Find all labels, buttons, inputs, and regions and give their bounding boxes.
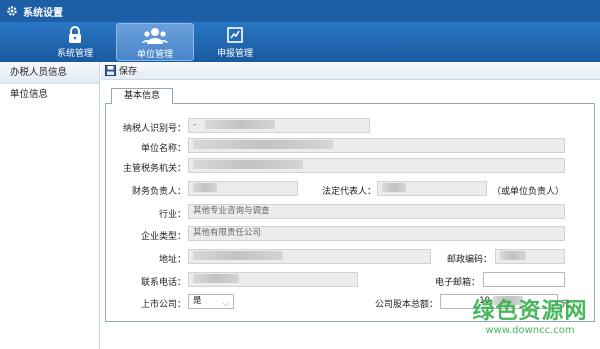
users-icon bbox=[142, 28, 168, 44]
gear-icon bbox=[7, 6, 17, 16]
finance-head-field[interactable] bbox=[188, 181, 298, 196]
watermark-text: 绿色资源网 bbox=[472, 299, 588, 324]
taxpayer-id-value: - bbox=[193, 120, 197, 130]
watermark: 绿色资源网 www.downcc.com bbox=[460, 293, 600, 336]
taxpayer-id-field[interactable]: - bbox=[188, 118, 370, 133]
redacted-text bbox=[204, 120, 275, 129]
postcode-field[interactable] bbox=[495, 249, 565, 264]
redacted-text bbox=[500, 251, 526, 260]
listed-value: 是 bbox=[193, 296, 202, 306]
toolbar: 保存 bbox=[101, 62, 600, 80]
listed-select[interactable]: 是 ⌵ bbox=[188, 294, 234, 309]
phone-field[interactable] bbox=[188, 272, 358, 287]
redacted-text bbox=[193, 160, 303, 169]
nav-report-management[interactable]: 申报管理 bbox=[196, 23, 274, 61]
taxpayer-id-label: 纳税人识别号： bbox=[122, 124, 186, 134]
address-label: 地址： bbox=[158, 255, 186, 265]
chevron-down-icon: ⌵ bbox=[222, 299, 229, 308]
nav-label: 申报管理 bbox=[216, 49, 253, 59]
email-label: 电子邮箱： bbox=[434, 278, 480, 288]
title-bar: 系统设置 bbox=[0, 0, 600, 22]
phone-label: 联系电话： bbox=[140, 278, 186, 288]
unit-name-label: 单位名称： bbox=[140, 144, 186, 154]
industry-label: 行业： bbox=[158, 210, 186, 220]
redacted-text bbox=[382, 183, 406, 192]
tax-authority-field[interactable] bbox=[188, 158, 565, 173]
legal-rep-field[interactable] bbox=[377, 181, 487, 196]
redacted-text bbox=[193, 251, 283, 260]
nav-label: 单位管理 bbox=[136, 50, 173, 60]
save-label: 保存 bbox=[119, 67, 138, 77]
window-title: 系统设置 bbox=[23, 7, 63, 19]
floppy-icon bbox=[105, 65, 116, 76]
finance-head-label: 财务负责人： bbox=[131, 187, 186, 197]
sidebar-item-unit-info[interactable]: 单位信息 bbox=[0, 84, 99, 106]
nav-system-management[interactable]: 系统管理 bbox=[36, 23, 114, 61]
legal-rep-note: （或单位负责人） bbox=[492, 187, 565, 197]
legal-rep-label: 法定代表人： bbox=[321, 187, 376, 197]
company-type-label: 企业类型： bbox=[140, 232, 186, 242]
tab-bar: 基本信息 bbox=[105, 88, 595, 105]
redacted-text bbox=[193, 140, 333, 149]
email-field[interactable] bbox=[483, 272, 565, 287]
top-nav: 系统管理 单位管理 申报管理 bbox=[0, 22, 600, 62]
tax-authority-label: 主管税务机关： bbox=[122, 164, 186, 174]
unit-name-field[interactable] bbox=[188, 138, 565, 153]
sidebar: 办税人员信息 单位信息 bbox=[0, 62, 100, 349]
capital-label: 公司股本总额： bbox=[374, 300, 438, 310]
nav-label: 系统管理 bbox=[56, 49, 93, 59]
watermark-url: www.downcc.com bbox=[485, 325, 575, 336]
address-field[interactable] bbox=[188, 249, 431, 264]
report-icon bbox=[227, 27, 243, 43]
tab-basic-info[interactable]: 基本信息 bbox=[111, 88, 173, 105]
industry-field[interactable]: 其他专业咨询与调查 bbox=[188, 204, 565, 219]
lock-icon bbox=[69, 26, 81, 43]
nav-unit-management[interactable]: 单位管理 bbox=[116, 23, 194, 61]
company-type-field[interactable]: 其他有限责任公司 bbox=[188, 226, 565, 241]
form-panel: 纳税人识别号： - 单位名称： 主管税务机关： 财务负责人： 法定代表人： （或… bbox=[105, 104, 595, 322]
listed-label: 上市公司： bbox=[140, 300, 186, 310]
save-button[interactable]: 保存 bbox=[105, 64, 137, 77]
redacted-text bbox=[193, 274, 239, 283]
redacted-text bbox=[193, 183, 217, 192]
postcode-label: 邮政编码： bbox=[446, 255, 492, 265]
sidebar-item-tax-staff[interactable]: 办税人员信息 bbox=[0, 62, 99, 84]
